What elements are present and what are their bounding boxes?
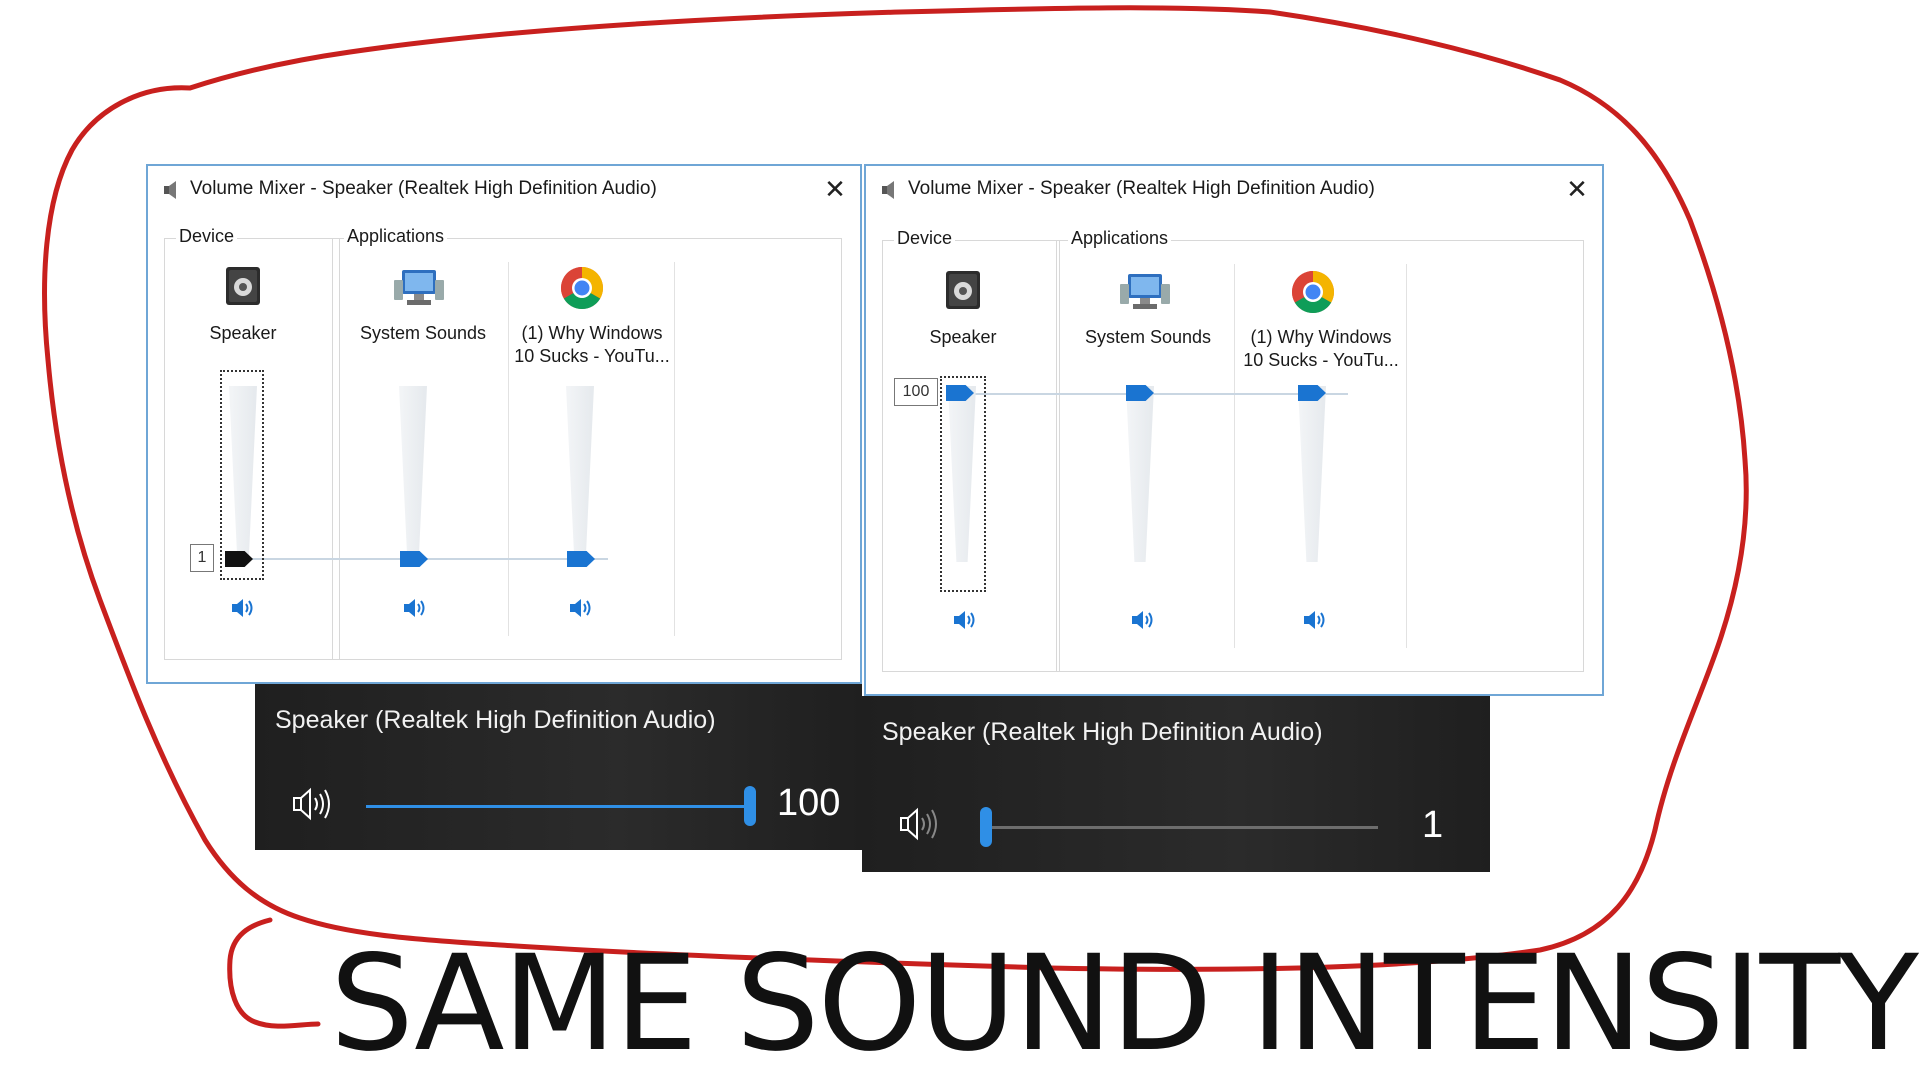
speaker-device-icon: [226, 267, 260, 305]
flyout-device-name: Speaker (Realtek High Definition Audio): [882, 718, 1323, 746]
focus-rectangle: [940, 376, 986, 592]
applications-label: Applications: [1068, 228, 1172, 249]
window-title: Volume Mixer - Speaker (Realtek High Def…: [190, 178, 657, 199]
youtube-mute-button[interactable]: [1300, 606, 1330, 634]
column-separator: [508, 262, 509, 636]
close-button[interactable]: ✕: [1560, 172, 1594, 206]
system-sounds-mute-button[interactable]: [400, 594, 430, 622]
flyout-volume-slider[interactable]: [744, 786, 756, 826]
channel-name-youtube: (1) Why Windows 10 Sucks - YouTu...: [514, 323, 670, 366]
titlebar[interactable]: Volume Mixer - Speaker (Realtek High Def…: [148, 166, 860, 212]
caption-text: SAME SOUND INTENSITY: [330, 927, 1919, 1081]
speaker-device-icon: [946, 271, 980, 309]
volume-mixer-window-left: Volume Mixer - Speaker (Realtek High Def…: [146, 164, 862, 684]
column-separator: [1234, 264, 1235, 648]
flyout-volume-value: 100: [777, 782, 841, 824]
flyout-volume-track[interactable]: [982, 826, 1378, 829]
device-level-value: 100: [894, 378, 938, 406]
channel-name-youtube: (1) Why Windows 10 Sucks - YouTu...: [1243, 327, 1399, 370]
channel-name-system-sounds: System Sounds: [359, 323, 487, 343]
focus-rectangle: [220, 370, 264, 580]
column-separator: [1406, 264, 1407, 648]
window-title: Volume Mixer - Speaker (Realtek High Def…: [908, 178, 1375, 199]
volume-flyout-right: Speaker (Realtek High Definition Audio) …: [862, 696, 1490, 872]
volume-mixer-window-right: Volume Mixer - Speaker (Realtek High Def…: [864, 164, 1604, 696]
channel-name-system-sounds: System Sounds: [1084, 327, 1212, 347]
chrome-icon: [560, 267, 604, 310]
volume-flyout-left: Speaker (Realtek High Definition Audio) …: [255, 684, 862, 850]
flyout-volume-slider[interactable]: [979, 807, 992, 847]
channel-name-speaker: Speaker: [929, 327, 997, 347]
flyout-volume-track[interactable]: [366, 805, 750, 808]
chrome-icon: [1291, 271, 1335, 314]
column-separator: [674, 262, 675, 636]
speaker-icon: [164, 181, 176, 199]
channel-name-speaker: Speaker: [209, 323, 277, 343]
applications-label: Applications: [344, 226, 448, 247]
device-mute-button[interactable]: [950, 606, 980, 634]
flyout-volume-fill: [366, 805, 750, 808]
youtube-mute-button[interactable]: [566, 594, 596, 622]
device-label: Device: [894, 228, 956, 249]
system-sounds-icon: [1120, 274, 1170, 309]
flyout-volume-value: 1: [1422, 804, 1444, 846]
volume-icon[interactable]: [898, 804, 946, 844]
speaker-icon: [882, 181, 894, 199]
flyout-device-name: Speaker (Realtek High Definition Audio): [275, 706, 716, 734]
volume-icon[interactable]: [291, 784, 339, 824]
system-sounds-icon: [394, 270, 444, 305]
device-label: Device: [176, 226, 238, 247]
device-level-value: 1: [190, 544, 214, 572]
system-sounds-mute-button[interactable]: [1128, 606, 1158, 634]
titlebar[interactable]: Volume Mixer - Speaker (Realtek High Def…: [866, 166, 1602, 212]
close-button[interactable]: ✕: [818, 172, 852, 206]
device-mute-button[interactable]: [228, 594, 258, 622]
